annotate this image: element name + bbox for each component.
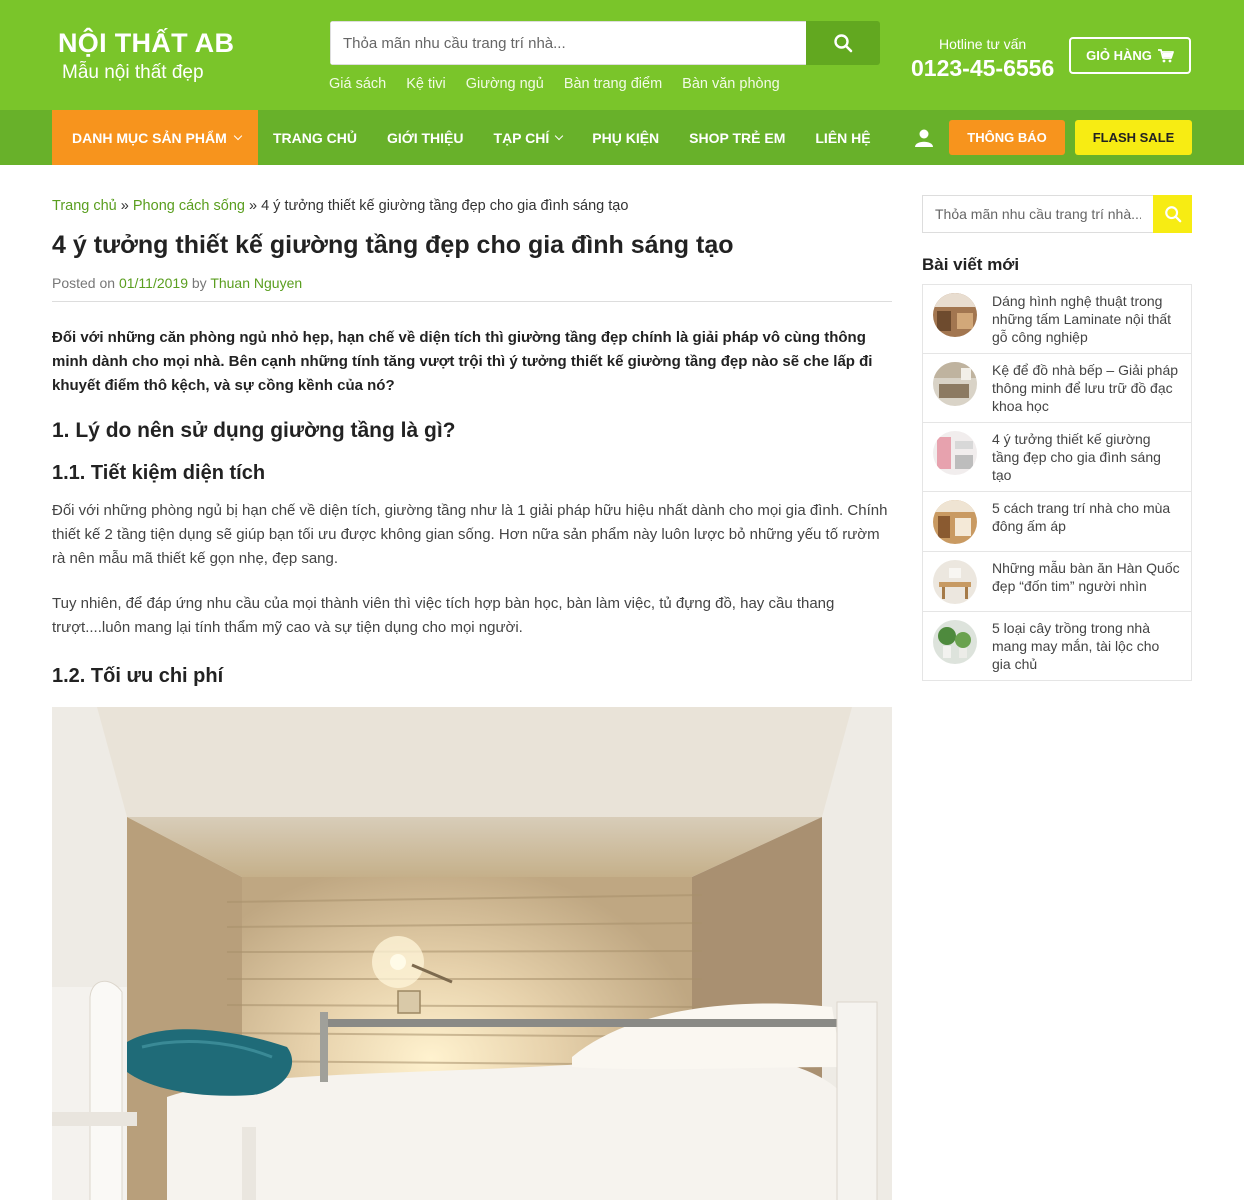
sidebar-search-input[interactable] (922, 195, 1153, 233)
recent-post-thumbnail[interactable] (933, 560, 977, 604)
quick-link-ke-tivi[interactable]: Kệ tivi (406, 76, 446, 92)
search-icon (1164, 206, 1181, 223)
nav-item-lien-he[interactable]: LIÊN HỆ (815, 130, 870, 146)
recent-post-title[interactable]: Dáng hình nghệ thuật trong những tấm Lam… (992, 292, 1181, 346)
nav-label: PHỤ KIỆN (592, 129, 660, 146)
recent-post-title[interactable]: 5 loại cây trồng trong nhà mang may mắn,… (992, 619, 1181, 673)
recent-posts-list: Dáng hình nghệ thuật trong những tấm Lam… (922, 284, 1192, 681)
meta-divider (52, 301, 892, 302)
recent-post-item[interactable]: Những mẫu bàn ăn Hàn Quốc đẹp “đốn tim” … (923, 552, 1191, 612)
subsection-heading-1-1: 1.1. Tiết kiệm diện tích (52, 462, 266, 484)
intro-paragraph: Đối với những căn phòng ngủ nhỏ hẹp, hạn… (52, 329, 873, 394)
quick-link-ban-van-phong[interactable]: Bàn văn phòng (682, 76, 780, 92)
user-icon[interactable] (914, 128, 934, 148)
quick-link-gia-sach[interactable]: Giá sách (329, 76, 386, 92)
main-navigation: DANH MỤC SẢN PHẨM TRANG CHỦ GIỚI THIỆU T… (0, 110, 1244, 165)
cart-label: GIỎ HÀNG (1086, 48, 1152, 63)
paragraph-2: Tuy nhiên, để đáp ứng nhu cầu của mọi th… (52, 595, 835, 636)
recent-post-thumbnail[interactable] (933, 362, 977, 406)
subsection-heading-1-2: 1.2. Tối ưu chi phí (52, 665, 224, 687)
meta-posted-label: Posted on (52, 275, 116, 291)
quick-links: Giá sách Kệ tivi Giường ngủ Bàn trang đi… (329, 76, 780, 92)
chevron-down-icon (555, 131, 564, 140)
breadcrumb-home[interactable]: Trang chủ (52, 198, 117, 214)
nav-item-trang-chu[interactable]: TRANG CHỦ (273, 130, 357, 146)
flash-sale-button[interactable]: FLASH SALE (1075, 120, 1192, 155)
recent-post-thumbnail[interactable] (933, 620, 977, 664)
recent-post-item[interactable]: Dáng hình nghệ thuật trong những tấm Lam… (923, 285, 1191, 354)
header-search-button[interactable] (806, 21, 880, 65)
page-title: 4 ý tưởng thiết kế giường tầng đẹp cho g… (52, 231, 734, 259)
recent-post-item[interactable]: 5 cách trang trí nhà cho mùa đông ấm áp (923, 492, 1191, 552)
logo-title[interactable]: NỘI THẤT AB (58, 28, 234, 59)
nav-item-shop-tre-em[interactable]: SHOP TRẺ EM (689, 130, 785, 146)
notice-button[interactable]: THÔNG BÁO (949, 120, 1065, 155)
chevron-down-icon (233, 131, 243, 140)
post-meta: Posted on 01/11/2019 by Thuan Nguyen (52, 275, 302, 291)
nav-item-phu-kien[interactable]: PHỤ KIỆN (592, 130, 659, 146)
recent-post-thumbnail[interactable] (933, 500, 977, 544)
recent-post-item[interactable]: 5 loại cây trồng trong nhà mang may mắn,… (923, 612, 1191, 680)
logo-subtitle[interactable]: Mẫu nội thất đẹp (62, 62, 204, 84)
nav-label: LIÊN HỆ (815, 129, 871, 146)
product-category-label: DANH MỤC SẢN PHẨM (72, 129, 227, 146)
nav-label: GIỚI THIỆU (387, 129, 464, 146)
recent-posts-heading: Bài viết mới (922, 255, 1020, 274)
paragraph-1: Đối với những phòng ngủ bị hạn chế về di… (52, 502, 888, 567)
recent-post-title[interactable]: Kệ để đồ nhà bếp – Giải pháp thông minh … (992, 361, 1181, 415)
recent-post-item[interactable]: 4 ý tưởng thiết kế giường tầng đẹp cho g… (923, 423, 1191, 492)
breadcrumb-category[interactable]: Phong cách sống (133, 198, 245, 214)
meta-author-link[interactable]: Thuan Nguyen (210, 275, 302, 291)
bunk-bed-image (52, 707, 892, 1200)
recent-post-title[interactable]: 4 ý tưởng thiết kế giường tầng đẹp cho g… (992, 430, 1181, 484)
site-header: NỘI THẤT AB Mẫu nội thất đẹp Giá sách Kệ… (0, 0, 1244, 110)
meta-by-label: by (191, 275, 207, 291)
recent-post-thumbnail[interactable] (933, 431, 977, 475)
nav-label: SHOP TRẺ EM (689, 129, 786, 146)
quick-link-ban-trang-diem[interactable]: Bàn trang điểm (564, 76, 662, 92)
hotline-number[interactable]: 0123-45-6556 (911, 55, 1054, 82)
cart-button[interactable]: GIỎ HÀNG (1069, 37, 1191, 74)
recent-post-title[interactable]: 5 cách trang trí nhà cho mùa đông ấm áp (992, 499, 1181, 535)
nav-label: TRANG CHỦ (273, 129, 357, 146)
breadcrumb-current: 4 ý tưởng thiết kế giường tầng đẹp cho g… (261, 198, 629, 214)
nav-item-tap-chi[interactable]: TẠP CHÍ (493, 129, 564, 146)
quick-link-giuong-ngu[interactable]: Giường ngủ (466, 76, 544, 92)
cart-icon (1157, 48, 1174, 62)
recent-post-thumbnail[interactable] (933, 293, 977, 337)
sidebar-search-button[interactable] (1153, 195, 1192, 233)
hotline-label: Hotline tư vấn (939, 36, 1027, 52)
header-search (330, 21, 880, 65)
section-heading-1: 1. Lý do nên sử dụng giường tầng là gì? (52, 419, 456, 442)
nav-item-gioi-thieu[interactable]: GIỚI THIỆU (387, 130, 464, 146)
breadcrumb-separator: » (248, 198, 258, 214)
recent-post-item[interactable]: Kệ để đồ nhà bếp – Giải pháp thông minh … (923, 354, 1191, 423)
product-category-menu[interactable]: DANH MỤC SẢN PHẨM (52, 110, 258, 165)
meta-date-link[interactable]: 01/11/2019 (119, 275, 188, 291)
nav-label: TẠP CHÍ (493, 129, 550, 146)
search-icon (834, 34, 853, 53)
sidebar-search (922, 195, 1192, 233)
breadcrumb: Trang chủ » Phong cách sống » 4 ý tưởng … (52, 198, 628, 214)
breadcrumb-separator: » (120, 198, 129, 214)
header-search-input[interactable] (330, 21, 806, 65)
recent-post-title[interactable]: Những mẫu bàn ăn Hàn Quốc đẹp “đốn tim” … (992, 559, 1181, 595)
